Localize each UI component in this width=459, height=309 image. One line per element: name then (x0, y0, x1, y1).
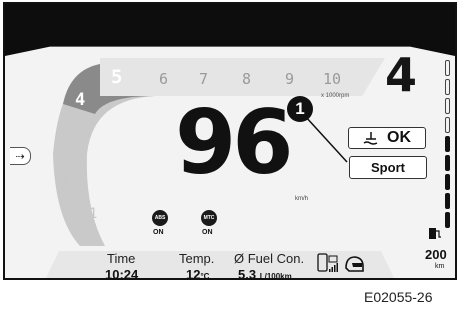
traction-status-box: OK (348, 127, 426, 149)
range-value: 200 (425, 247, 447, 262)
mtc-indicator-icon: MTC (201, 210, 217, 226)
fuel-segment-empty (445, 117, 450, 133)
phone-signal-icon (317, 253, 338, 272)
helmet-icon (345, 256, 364, 272)
traction-status-label: OK (387, 129, 411, 146)
menu-entry-arrow-icon: ⇢ (10, 147, 31, 165)
traction-icon (363, 132, 378, 145)
fuel-segment-filled (445, 174, 450, 190)
range-unit: km (435, 263, 445, 270)
fuel-pump-icon (429, 228, 441, 239)
fuel-segment-filled (445, 212, 450, 228)
fuel-segment-empty (445, 60, 450, 76)
time-label: Time (107, 251, 136, 266)
mtc-state: ON (202, 229, 213, 236)
fuel-segment-filled (445, 136, 450, 152)
abs-indicator-icon: ABS (152, 210, 168, 226)
instrument-cluster-display: 5 6 7 8 9 10 x 1000rpm 4 3 2 1 4 96 km/h… (3, 2, 457, 280)
time-value: 10:24 (105, 267, 139, 280)
fuel-segment-empty (445, 98, 450, 114)
abs-state: ON (153, 229, 164, 236)
fuel-segment-filled (445, 193, 450, 209)
fuel-segment-empty (445, 79, 450, 95)
fuel-segment-filled (445, 155, 450, 171)
fuel-consumption-label: Ø Fuel Con. (234, 251, 305, 266)
temp-value: 12°C (186, 267, 210, 280)
figure-code: E02055-26 (364, 289, 433, 305)
temp-label: Temp. (179, 251, 215, 266)
fuel-consumption-value: 5,3 L/100km (238, 267, 292, 280)
riding-mode-box: Sport (349, 156, 427, 179)
